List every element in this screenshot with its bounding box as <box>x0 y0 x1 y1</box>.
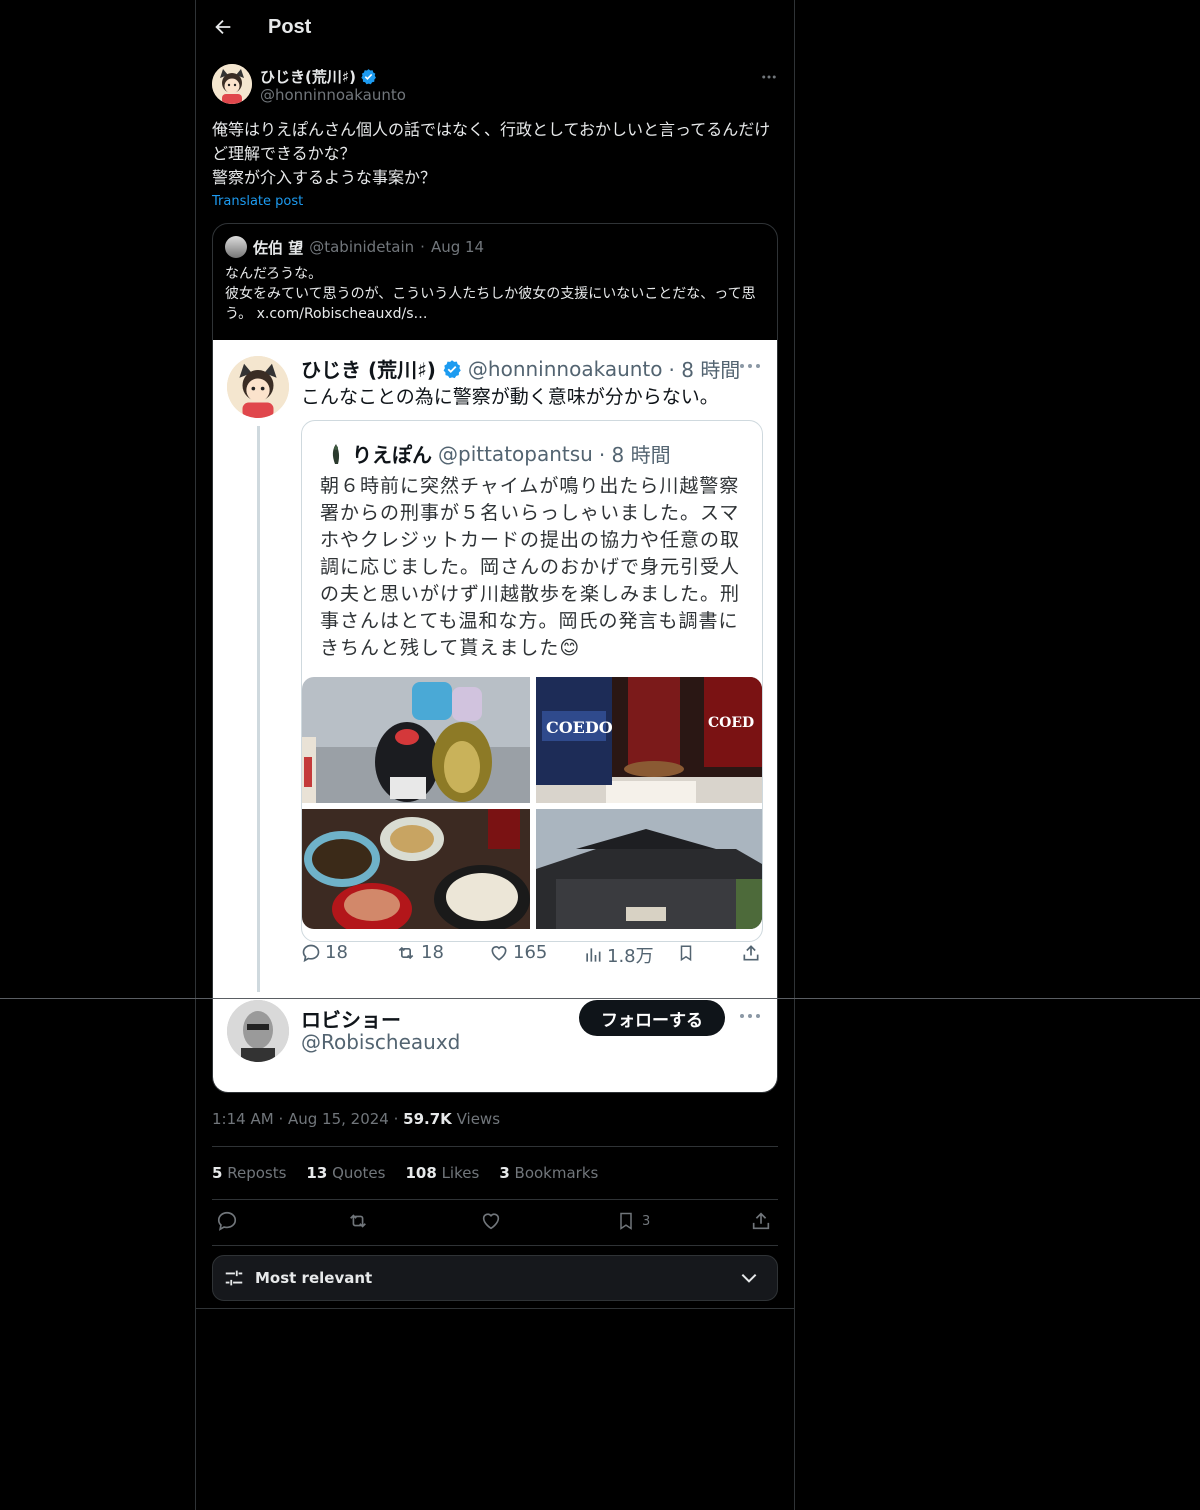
quote-media-screenshot[interactable]: ひじき (荒川♯) @honninnoakaunto · 8 時間 こんなことの… <box>213 340 777 1092</box>
quote-author-name: 佐伯 望 <box>253 238 304 257</box>
photo-figurines <box>302 677 530 803</box>
quote-header: 佐伯 望 @tabinidetain · Aug 14 <box>225 236 484 258</box>
screenshot-like-count: 165 <box>513 942 548 963</box>
follow-button: フォローする <box>579 1000 725 1036</box>
time-separator: · <box>278 1110 288 1128</box>
reposts-stat[interactable]: 5 Reposts <box>212 1164 286 1182</box>
post-author: ひじき(荒川♯) @honninnoakaunto <box>212 64 778 108</box>
page-header: Post <box>212 10 311 44</box>
divider <box>196 1308 794 1309</box>
inner-avatar-icon <box>332 443 340 464</box>
quote-author-handle: @tabinidetain <box>309 238 415 256</box>
views-icon <box>586 948 601 962</box>
page-title: Post <box>268 15 312 38</box>
screenshot-author-row: ひじき (荒川♯) @honninnoakaunto · 8 時間 <box>301 354 740 383</box>
quote-text: なんだろうな。 彼女をみていて思うのが、こういう人たちしか彼女の支援にいないこと… <box>225 266 756 322</box>
screenshot-inner-quote: りえぽん @pittatopantsu · 8 時間 朝６時前に突然チャイムが鳴… <box>301 420 763 942</box>
post-time[interactable]: 1:14 AM <box>212 1110 274 1128</box>
screenshot-action-bar: 18 18 165 1.8万 <box>301 940 771 970</box>
post-date[interactable]: Aug 15, 2024 <box>288 1110 389 1128</box>
bookmarks-stat[interactable]: 3 Bookmarks <box>499 1164 598 1182</box>
sliders-icon <box>225 1270 243 1286</box>
reply-button[interactable] <box>216 1210 238 1232</box>
likes-stat[interactable]: 108 Likes <box>405 1164 479 1182</box>
photo-japanese-meal <box>302 809 530 929</box>
post-action-bar: 3 <box>212 1210 778 1238</box>
views-label: Views <box>456 1110 501 1128</box>
photo-warehouse <box>536 809 762 929</box>
like-button[interactable] <box>480 1210 502 1232</box>
bookmark-button[interactable]: 3 <box>616 1210 650 1232</box>
share-icon <box>743 945 759 961</box>
divider <box>212 1199 778 1200</box>
repost-icon <box>398 946 414 959</box>
engagement-stats: 5 Reposts 13 Quotes 108 Likes 3 Bookmark… <box>212 1164 598 1182</box>
bookmark-icon <box>620 1212 632 1230</box>
screenshot-repost: 18 <box>395 942 444 963</box>
author-name[interactable]: ひじき(荒川♯) <box>260 66 356 87</box>
reply-author-handle: @Robischeauxd <box>301 1030 461 1054</box>
verified-badge-icon <box>361 69 376 85</box>
heart-icon <box>482 1213 500 1230</box>
quoted-post[interactable]: 佐伯 望 @tabinidetain · Aug 14 なんだろうな。 彼女をみ… <box>212 223 778 1093</box>
heart-icon <box>491 945 507 961</box>
share-icon <box>752 1212 770 1230</box>
overlay-guide-line <box>0 998 1200 999</box>
author-handle[interactable]: @honninnoakaunto <box>260 86 406 104</box>
sort-label: Most relevant <box>255 1269 373 1287</box>
reply-icon <box>217 1211 237 1231</box>
photo-grid: COEDO COED <box>302 677 762 929</box>
repost-icon <box>350 1214 366 1228</box>
verified-badge-icon <box>443 359 461 378</box>
quotes-stat[interactable]: 13 Quotes <box>306 1164 385 1182</box>
bookmark-icon <box>680 945 692 962</box>
inner-author-name: りえぽん <box>352 443 432 467</box>
back-arrow-icon[interactable] <box>212 16 234 38</box>
views-separator: · <box>393 1110 404 1128</box>
reply-more-icon <box>740 1014 760 1018</box>
more-options-icon[interactable] <box>760 68 778 86</box>
screenshot-more-icon <box>740 364 760 368</box>
quote-date: Aug 14 <box>430 238 485 256</box>
inner-quote-header: りえぽん @pittatopantsu · 8 時間 <box>326 439 671 468</box>
author-name-row[interactable]: ひじき(荒川♯) <box>260 66 377 87</box>
inner-time: · 8 時間 <box>598 443 671 467</box>
translate-post-link[interactable]: Translate post <box>212 194 303 209</box>
quote-separator: · <box>420 238 425 256</box>
share-button[interactable] <box>750 1210 772 1232</box>
post-text: 俺等はりえぽんさん個人の話ではなく、行政としておかしいと言ってるんだけど理解でき… <box>212 120 771 187</box>
thread-line <box>257 426 260 992</box>
bookmark-count: 3 <box>642 1213 651 1229</box>
divider <box>212 1245 778 1246</box>
svg-text:COEDO: COEDO <box>546 718 613 737</box>
repost-button[interactable] <box>346 1210 370 1232</box>
screenshot-author-handle: @honninnoakaunto <box>467 356 663 381</box>
screenshot-reply: 18 <box>301 942 348 963</box>
quote-avatar <box>225 236 247 258</box>
inner-quote-text: 朝６時前に突然チャイムが鳴り出たら川越警察署からの刑事が５名いらっしゃいました。… <box>320 475 741 659</box>
reply-icon <box>302 944 320 962</box>
screenshot-views: 1.8万 <box>583 942 654 968</box>
reply-author-name: ロビショー <box>301 1008 401 1032</box>
chevron-down-icon <box>741 1273 757 1283</box>
screenshot-text: こんなことの為に警察が動く意味が分からない。 <box>301 386 719 408</box>
photo-coedo-beer: COEDO COED <box>536 677 762 803</box>
inner-author-handle: @pittatopantsu <box>438 441 593 466</box>
screenshot-time: · 8 時間 <box>668 358 741 382</box>
author-avatar[interactable] <box>212 64 252 104</box>
screenshot-views-count: 1.8万 <box>607 946 654 967</box>
sort-replies-dropdown[interactable]: Most relevant <box>212 1255 778 1301</box>
screenshot-repost-count: 18 <box>421 942 444 963</box>
svg-text:COED: COED <box>708 715 754 731</box>
screenshot-author-avatar <box>227 356 289 418</box>
divider <box>212 1146 778 1147</box>
reply-author-avatar <box>227 1000 289 1062</box>
main-column: Post ひじき(荒川♯) @honninnoakaunto 俺等はりえぽんさん… <box>195 0 795 1510</box>
post-timestamp: 1:14 AM · Aug 15, 2024 · 59.7K Views <box>212 1110 500 1128</box>
screenshot-like: 165 <box>489 942 547 963</box>
screenshot-author-name: ひじき (荒川♯) <box>301 358 436 382</box>
views-count: 59.7K <box>403 1110 452 1128</box>
screenshot-reply-count: 18 <box>325 942 348 963</box>
